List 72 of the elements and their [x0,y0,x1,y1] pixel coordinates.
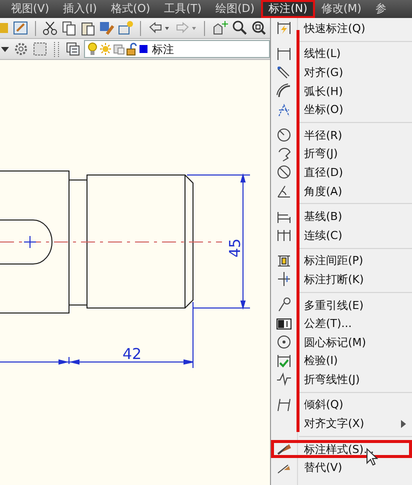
pan-icon[interactable] [211,20,229,36]
dimension-icon [276,334,292,350]
dimension-icon [276,83,292,100]
dimension-icon [276,396,292,413]
dimension-icon [276,252,292,269]
menu-bar-item[interactable]: 修改(M) [314,1,368,17]
dimension-text: 42 [122,345,142,363]
dimension-icon [276,164,292,180]
sun-icon [99,42,112,56]
menu-bar-item[interactable]: 插入(I) [56,1,104,17]
dimension-icon [276,46,292,62]
menu-item[interactable]: 多重引线(E) [271,296,412,314]
cut-icon[interactable] [42,20,58,36]
block-icon[interactable] [118,20,134,36]
grid-icon[interactable] [32,41,48,57]
dimension-icon [276,297,292,314]
dimension-icon [276,183,292,200]
menu-item[interactable]: 直径(D) [271,163,412,182]
menu-item[interactable]: 标注间距(P) [271,252,412,270]
menu-item[interactable]: 折弯线性(J) [271,370,412,389]
dimension-icon [276,127,292,144]
submenu-arrow-icon [401,420,406,428]
copy-icon[interactable] [61,20,77,36]
dimension-icon [276,102,292,118]
menu-item[interactable]: 标注打断(K) [271,270,412,289]
menu-item[interactable]: 折弯(J) [271,144,412,164]
menu-item[interactable]: 坐标(O) [271,100,412,119]
zoom-window-icon[interactable] [251,20,267,36]
layer-name: 标注 [152,42,174,56]
menu-item[interactable]: 弧长(H) [271,82,412,100]
unlock-icon [126,42,138,56]
layer-dropdown[interactable]: 标注 [84,40,270,58]
menu-item[interactable]: 公差(T)... [271,314,412,333]
center-mark [24,236,36,248]
menu-item[interactable]: 倾斜(Q) [271,396,412,414]
menu-item[interactable]: 替代(V) [271,458,412,478]
dimension-icon [276,227,292,244]
dimension-icon [276,64,292,80]
dimension-icon [276,271,292,288]
menu-item[interactable]: 检验(I) [271,352,412,370]
dimension-icon [276,20,292,36]
bulb-icon [87,42,98,56]
menu-item[interactable]: 圆心标记(M) [271,332,412,352]
color-swatch-icon [139,42,148,56]
menu-item[interactable]: 线性(L) [271,44,412,64]
settings-icon[interactable] [13,41,29,57]
menu-bar-item[interactable]: 绘图(D) [208,1,262,17]
paste-icon[interactable] [80,20,96,36]
menu-item[interactable]: 角度(A) [271,182,412,200]
edit-icon[interactable] [13,20,29,36]
menu-item[interactable]: 对齐(G) [271,63,412,82]
dimension-icon [276,146,292,162]
menu-item[interactable]: 基线(B) [271,207,412,226]
undo-icon[interactable] [147,20,171,36]
dimension-icon [276,352,292,369]
menu-bar-item[interactable]: 格式(O) [104,1,158,17]
menu-item[interactable]: 对齐文字(X) [271,414,412,433]
dimension-icon [276,371,292,388]
match-icon[interactable] [99,20,115,36]
dimension-icon [276,316,292,332]
layers-icon[interactable] [65,41,81,57]
menu-bar-item[interactable]: 视图(V) [4,1,56,17]
viewport-icon [113,42,125,56]
menu-item[interactable]: 快速标注(Q) [271,19,412,38]
menu-item[interactable]: 连续(C) [271,226,412,245]
menu-bar-item[interactable]: 参 [368,1,394,17]
menu-item[interactable]: 半径(R) [271,126,412,145]
zoom-icon[interactable] [232,20,248,36]
dimension-text: 45 [226,238,244,258]
menu-item[interactable]: 标注样式(S)... [271,440,412,458]
menu-bar-item[interactable]: 工具(T) [157,1,208,17]
menu-bar-item[interactable]: 标注(N) [262,1,314,17]
